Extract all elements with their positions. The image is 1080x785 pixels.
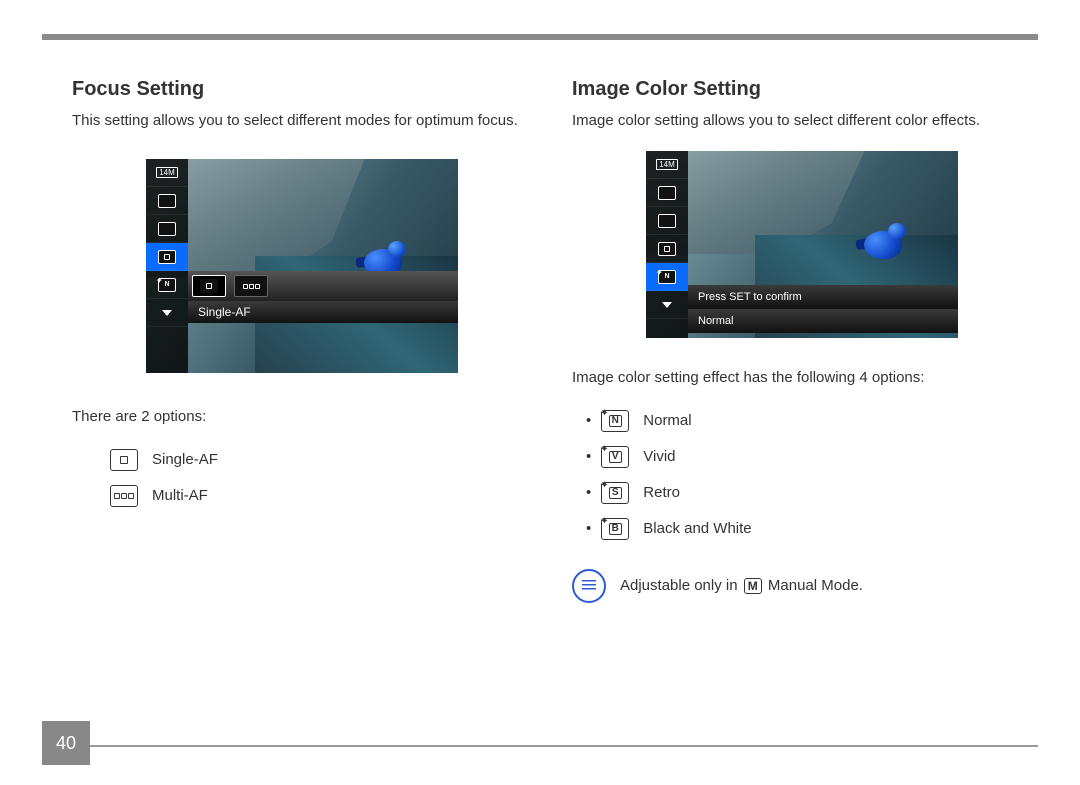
- multi-af-option-icon: [234, 275, 268, 297]
- color-options-intro: Image color setting effect has the follo…: [572, 368, 1032, 388]
- list-item: Single-AF: [110, 442, 532, 478]
- camera-sidebar: 14M ✦N: [646, 151, 688, 338]
- vivid-color-icon: ✦V: [601, 446, 629, 468]
- focus-heading: Focus Setting: [72, 78, 532, 101]
- header-rule: [42, 34, 1038, 40]
- camera-sidebar: 14M ✦N: [146, 159, 188, 373]
- bw-color-icon: ✦B: [601, 518, 629, 540]
- focus-screen-illustration: 14M ✦N Single-AF: [146, 159, 458, 373]
- focus-options-list: Single-AF Multi-AF: [110, 442, 532, 514]
- color-description: Image color setting allows you to select…: [572, 111, 1032, 131]
- footer-rule: [42, 745, 1038, 747]
- list-item: ✦N Normal: [572, 403, 1032, 439]
- focus-selected-label-row: Single-AF: [188, 301, 458, 323]
- metering-icon: [146, 215, 188, 243]
- chevron-down-icon: [146, 299, 188, 327]
- res-14m-icon: 14M: [146, 159, 188, 187]
- focus-setting-column: Focus Setting This setting allows you to…: [72, 78, 532, 715]
- list-item: ✦V Vivid: [572, 439, 1032, 475]
- color-options-list: ✦N Normal ✦V Vivid ✦S Retro ✦B Black and…: [572, 403, 1032, 547]
- image-color-column: Image Color Setting Image color setting …: [572, 78, 1032, 715]
- manual-page: Focus Setting This setting allows you to…: [0, 0, 1080, 785]
- list-item: Multi-AF: [110, 478, 532, 514]
- single-af-icon: [110, 449, 138, 471]
- focus-options-intro: There are 2 options:: [72, 407, 532, 427]
- color-mode-icon: ✦N: [146, 271, 188, 299]
- list-item: ✦B Black and White: [572, 511, 1032, 547]
- content-columns: Focus Setting This setting allows you to…: [72, 78, 1032, 715]
- focus-option-strip: [188, 271, 458, 301]
- chevron-down-icon: [646, 291, 688, 319]
- manual-mode-note: Adjustable only in M Manual Mode.: [572, 569, 1032, 603]
- focus-mode-icon: [146, 243, 188, 271]
- color-mode-icon: ✦N: [646, 263, 688, 291]
- list-item: ✦S Retro: [572, 475, 1032, 511]
- res-14m-icon: 14M: [646, 151, 688, 179]
- focus-mode-icon: [646, 235, 688, 263]
- multi-af-icon: [110, 485, 138, 507]
- retro-color-icon: ✦S: [601, 482, 629, 504]
- color-heading: Image Color Setting: [572, 78, 1032, 101]
- normal-color-icon: ✦N: [601, 410, 629, 432]
- quality-icon: [646, 179, 688, 207]
- hint-row: Press SET to confirm: [688, 285, 958, 309]
- note-text: Adjustable only in M Manual Mode.: [620, 577, 863, 594]
- page-number: 40: [42, 721, 90, 765]
- manual-mode-glyph: M: [744, 578, 762, 594]
- single-af-option-icon: [192, 275, 226, 297]
- note-icon: [572, 569, 606, 603]
- metering-icon: [646, 207, 688, 235]
- focus-description: This setting allows you to select differ…: [72, 111, 532, 131]
- color-selected-label-row: Normal: [688, 309, 958, 333]
- color-screen-illustration: 14M ✦N Press SET to confirm Normal: [646, 151, 958, 338]
- quality-icon: [146, 187, 188, 215]
